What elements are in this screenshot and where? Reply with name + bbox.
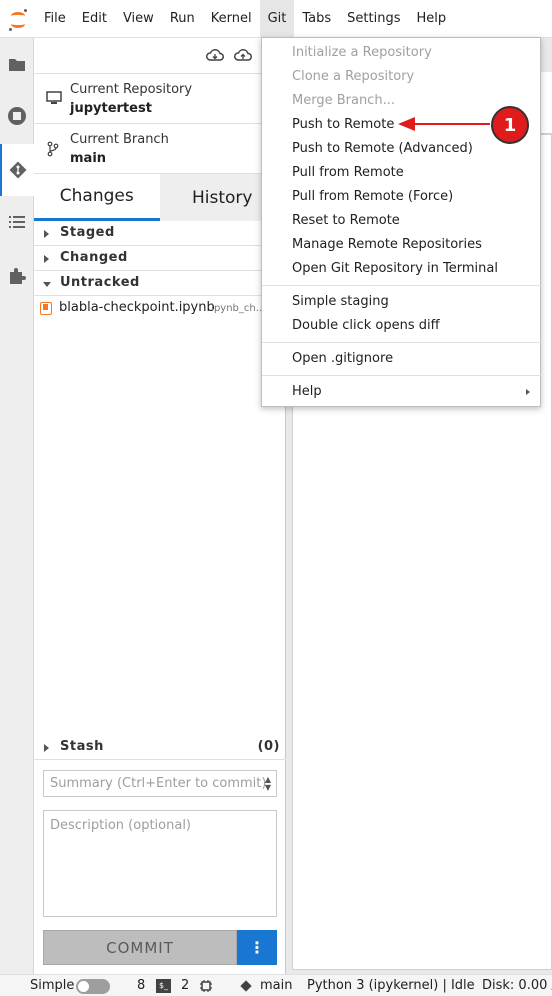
status-bar: Simple 8 $_ 2 main Python 3 (ipykernel) … xyxy=(0,974,552,996)
terminal-icon[interactable]: $_ xyxy=(156,979,171,993)
kernel-status[interactable]: Python 3 (ipykernel) | Idle xyxy=(307,978,475,993)
pull-cloud-icon[interactable] xyxy=(206,47,224,65)
menu-divider xyxy=(262,375,542,376)
caret-right-icon xyxy=(44,744,49,752)
extension-puzzle-icon[interactable] xyxy=(0,250,34,302)
menu-item-reset-to-remote[interactable]: Reset to Remote xyxy=(262,209,542,233)
menu-git[interactable]: Git xyxy=(259,0,295,38)
menu-help[interactable]: Help xyxy=(409,0,455,38)
section-changed[interactable]: Changed xyxy=(34,246,285,271)
git-panel: Current Repository jupytertest Current B… xyxy=(34,38,286,974)
simple-mode-toggle[interactable] xyxy=(76,979,110,994)
menu-bar: File Edit View Run Kernel Git Tabs Setti… xyxy=(0,0,552,38)
menu-divider xyxy=(262,342,542,343)
git-toolbar xyxy=(34,38,285,74)
spinner-arrows-icon: ▲ ▼ xyxy=(264,775,271,792)
count-two: 2 xyxy=(181,978,190,993)
annotation-step-badge: 1 xyxy=(491,106,529,144)
git-icon[interactable] xyxy=(0,144,34,196)
menu-divider xyxy=(262,285,542,286)
stash-count: (0) xyxy=(257,739,280,754)
menu-item-pull-from-remote-force[interactable]: Pull from Remote (Force) xyxy=(262,185,542,209)
commit-button[interactable]: COMMIT xyxy=(43,930,237,965)
branch-label: Current Branch xyxy=(70,132,169,147)
notebook-file-icon xyxy=(40,302,52,315)
menu-item-clone-repository[interactable]: Clone a Repository xyxy=(262,65,542,89)
git-menu: Initialize a Repository Clone a Reposito… xyxy=(261,37,542,407)
mode-label: Simple xyxy=(30,978,75,993)
menu-item-manage-remote-repositories[interactable]: Manage Remote Repositories xyxy=(262,233,542,257)
tab-changes[interactable]: Changes xyxy=(34,174,160,221)
caret-right-icon xyxy=(44,230,49,238)
repo-value: jupytertest xyxy=(70,101,152,116)
menu-kernel[interactable]: Kernel xyxy=(203,0,260,38)
left-sidebar xyxy=(0,38,34,974)
annotation-arrow-line xyxy=(414,123,490,125)
git-tabs: Changes History xyxy=(34,174,285,221)
status-branch[interactable]: main xyxy=(260,978,292,993)
file-path: .ipynb_ch... xyxy=(208,303,262,314)
file-name: blabla-checkpoint.ipynb xyxy=(59,300,215,315)
section-untracked[interactable]: Untracked xyxy=(34,271,285,296)
submenu-arrow-icon xyxy=(526,389,530,395)
menu-view[interactable]: View xyxy=(115,0,162,38)
disk-status: Disk: 0.00 / xyxy=(482,978,552,993)
summary-input[interactable]: Summary (Ctrl+Enter to commit) ▲ ▼ xyxy=(43,770,277,797)
list-item[interactable]: blabla-checkpoint.ipynb .ipynb_ch... xyxy=(34,296,285,322)
current-repository[interactable]: Current Repository jupytertest xyxy=(34,74,285,124)
menu-item-open-gitignore[interactable]: Open .gitignore xyxy=(262,347,542,371)
count-one: 8 xyxy=(137,978,146,993)
menu-settings[interactable]: Settings xyxy=(339,0,408,38)
branch-value: main xyxy=(70,151,107,166)
menu-item-simple-staging[interactable]: Simple staging xyxy=(262,290,542,314)
section-stash[interactable]: Stash (0) xyxy=(34,735,286,760)
description-input[interactable]: Description (optional) xyxy=(43,810,277,917)
menu-edit[interactable]: Edit xyxy=(74,0,115,38)
commit-options-button[interactable]: ⋮ xyxy=(237,930,277,965)
jupyter-logo-icon xyxy=(0,0,36,38)
menu-tabs[interactable]: Tabs xyxy=(294,0,339,38)
annotation-arrow-head xyxy=(398,117,415,131)
git-branch-status-icon xyxy=(239,979,253,996)
caret-down-icon xyxy=(43,282,51,287)
current-branch[interactable]: Current Branch main xyxy=(34,124,285,174)
running-stop-icon[interactable] xyxy=(0,90,34,142)
menu-item-pull-from-remote[interactable]: Pull from Remote xyxy=(262,161,542,185)
branch-icon xyxy=(47,141,59,161)
menu-item-open-git-repo-terminal[interactable]: Open Git Repository in Terminal xyxy=(262,257,542,281)
menu-run[interactable]: Run xyxy=(162,0,203,38)
caret-right-icon xyxy=(44,255,49,263)
repo-label: Current Repository xyxy=(70,82,193,97)
menu-item-double-click-diff[interactable]: Double click opens diff xyxy=(262,314,542,338)
desktop-icon xyxy=(46,91,62,109)
menu-file[interactable]: File xyxy=(36,0,74,38)
menu-item-help[interactable]: Help xyxy=(262,380,542,404)
push-cloud-icon[interactable] xyxy=(234,47,252,65)
file-browser-folder-icon[interactable] xyxy=(0,38,34,90)
table-of-contents-icon[interactable] xyxy=(0,196,34,248)
cpu-chip-icon xyxy=(199,979,213,996)
menu-item-initialize-repository[interactable]: Initialize a Repository xyxy=(262,41,542,65)
section-staged[interactable]: Staged xyxy=(34,221,285,246)
